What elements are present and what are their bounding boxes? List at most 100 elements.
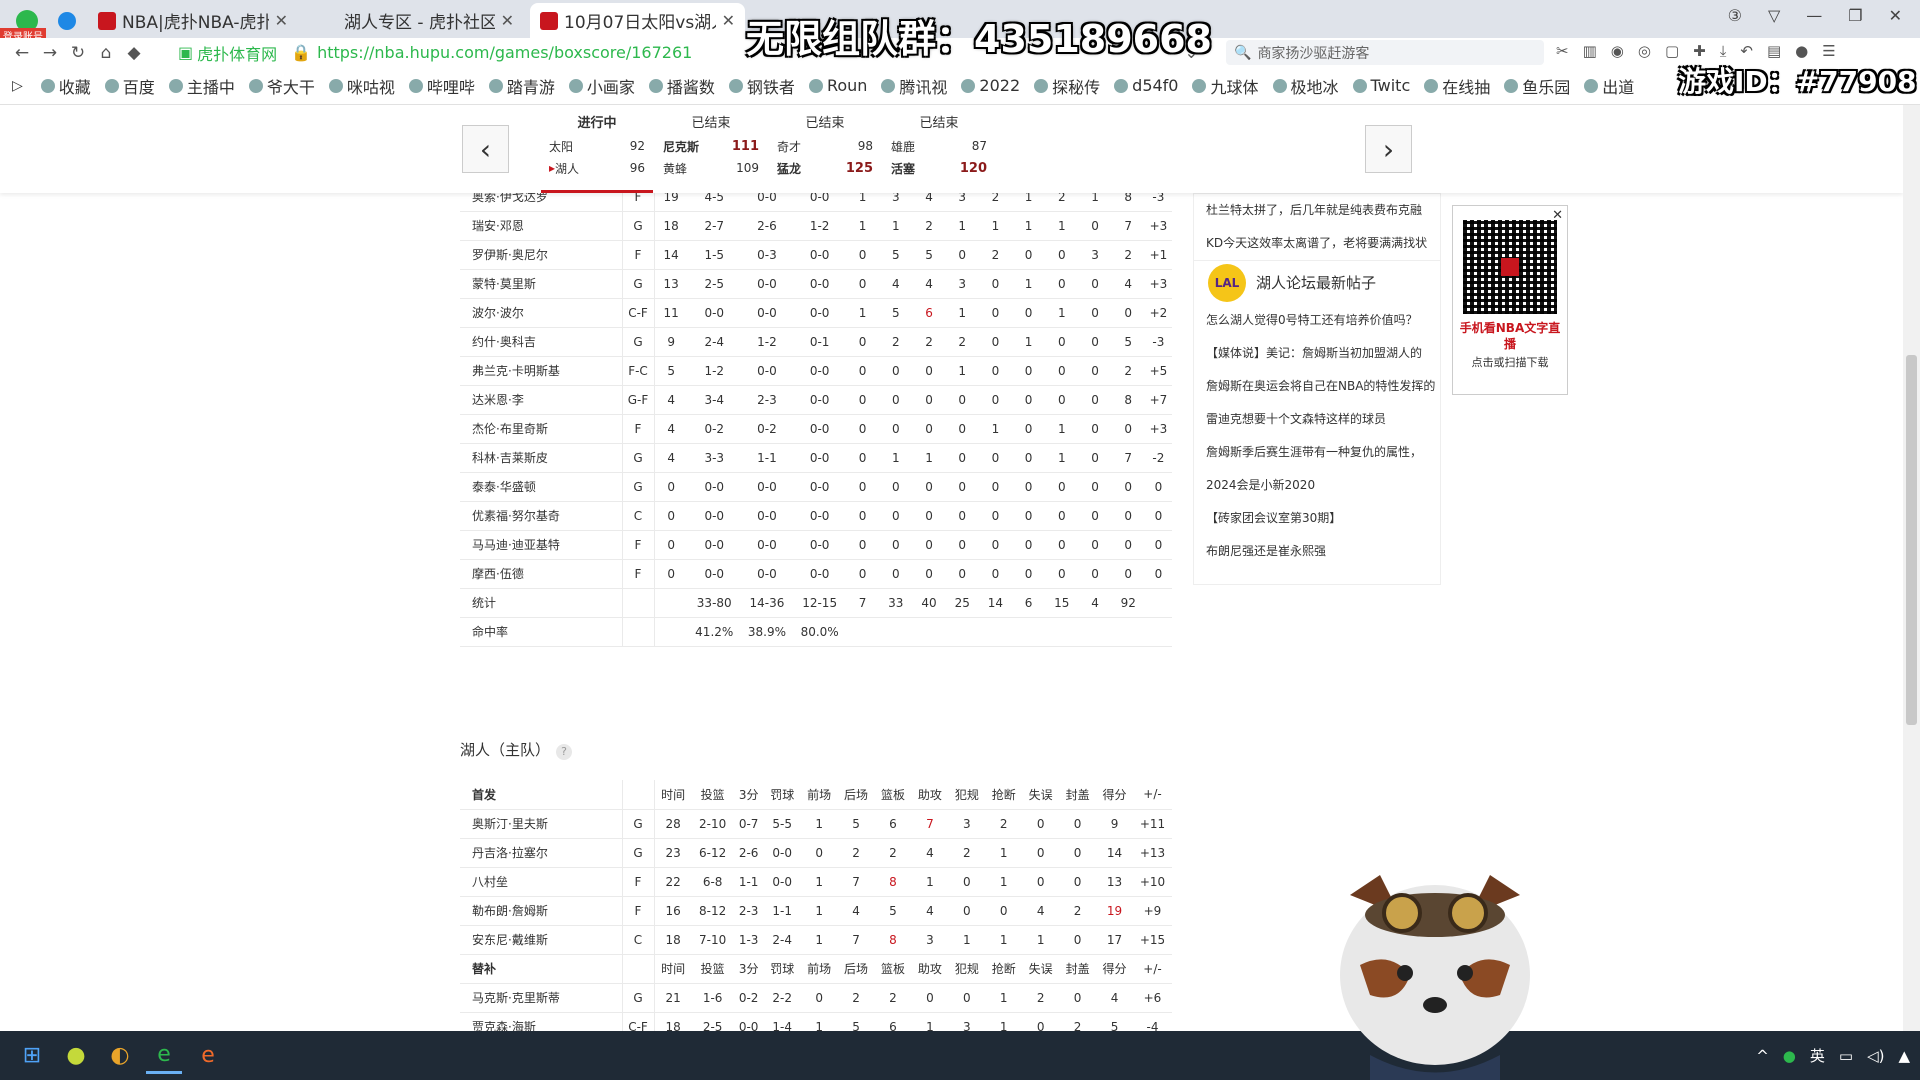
forum-post-link[interactable]: 布朗尼强还是崔永熙强 [1194, 535, 1440, 568]
minimize-icon[interactable]: — [1806, 6, 1822, 25]
game-card[interactable]: 已结束 尼克斯 111 黄蜂 109 [655, 113, 767, 193]
ext-screen-icon[interactable]: ▢ [1665, 42, 1679, 60]
download-icon[interactable]: ⤓ [1720, 42, 1727, 60]
forum-post-link[interactable]: 【媒体说】美记：詹姆斯当初加盟湖人的 [1194, 337, 1440, 370]
volume-icon[interactable]: ◁) [1867, 1047, 1884, 1065]
bookmark-item[interactable]: 2022 [961, 74, 1020, 98]
bookmark-item[interactable]: 播酱数 [648, 74, 715, 98]
player-name[interactable]: 杰伦·布里奇斯 [460, 414, 623, 444]
profile-icon[interactable]: ● [1795, 42, 1808, 60]
bookmark-item[interactable]: 踏青游 [488, 74, 555, 98]
tray-app-icon[interactable]: ● [1783, 1047, 1796, 1065]
app-bird-icon[interactable]: ◐ [102, 1038, 138, 1074]
windows-start-icon[interactable]: ⊞ [14, 1038, 50, 1074]
player-name[interactable]: 蒙特·莫里斯 [460, 269, 623, 299]
ext-red-icon[interactable]: ◎ [1638, 42, 1651, 60]
player-name[interactable]: 约什·奥科吉 [460, 327, 623, 357]
wallet-icon[interactable]: ▤ [1767, 42, 1781, 60]
bookmark-item[interactable]: Twitc [1352, 74, 1410, 98]
forum-post-link[interactable]: 雷迪克想要十个文森特这样的球员 [1194, 403, 1440, 436]
game-card[interactable]: 已结束 雄鹿 87 活塞 120 [883, 113, 995, 193]
tray-expand-icon[interactable]: ^ [1756, 1047, 1769, 1065]
bookmark-item[interactable]: 收藏 [40, 74, 91, 98]
player-name[interactable]: 丹吉洛·拉塞尔 [460, 838, 623, 868]
scrollbar-thumb[interactable] [1906, 355, 1917, 725]
player-name[interactable]: 罗伊斯·奥尼尔 [460, 240, 623, 270]
page-scrollbar[interactable] [1903, 105, 1920, 1031]
home-icon[interactable]: ⌂ [92, 39, 120, 67]
app-edge-icon[interactable]: e [190, 1038, 226, 1074]
sidebar-toggle-icon[interactable]: ▷ [12, 78, 23, 94]
menu-icon[interactable]: ☰ [1822, 42, 1835, 60]
player-name[interactable]: 安东尼·戴维斯 [460, 925, 623, 955]
back-icon[interactable]: ← [8, 39, 36, 67]
app-ball-icon[interactable]: ● [58, 1038, 94, 1074]
bookmark-item[interactable]: d54f0 [1114, 74, 1178, 98]
forward-icon[interactable]: → [36, 39, 64, 67]
player-name[interactable]: 贾克森·海斯 [460, 1012, 623, 1031]
notification-icon[interactable]: ▲ [1898, 1047, 1910, 1065]
player-name[interactable]: 勒布朗·詹姆斯 [460, 896, 623, 926]
forum-post-link[interactable]: 怎么湖人觉得0号特工还有培养价值吗？ [1194, 304, 1440, 337]
close-tab-icon[interactable]: ✕ [501, 11, 514, 30]
game-card[interactable]: 进行中 太阳 92 ▸ 湖人 96 [541, 113, 653, 193]
bookmark-item[interactable]: 小画家 [568, 74, 635, 98]
tab-count-icon[interactable]: ③ [1728, 6, 1742, 25]
player-name[interactable]: 马马迪·迪亚基特 [460, 530, 623, 560]
tab-boxscore[interactable]: 10月07日太阳vs湖人 ✕ [530, 3, 745, 38]
qr-ad[interactable]: ✕ 手机看NBA文字直播 点击或扫描下载 [1452, 205, 1568, 395]
player-name[interactable]: 科林·吉莱斯皮 [460, 443, 623, 473]
forum-post-link[interactable]: 詹姆斯在奥运会将自己在NBA的特性发挥的 [1194, 370, 1440, 403]
bookmark-item[interactable]: 在线抽 [1424, 74, 1490, 98]
player-name[interactable]: 泰泰·华盛顿 [460, 472, 623, 502]
player-name[interactable]: 奥斯汀·里夫斯 [460, 809, 623, 839]
news-item[interactable]: 杜兰特太拼了，后几年就是纯表费布克融 [1194, 194, 1440, 227]
help-icon[interactable]: ? [556, 744, 573, 760]
bookmark-item[interactable]: Roun [808, 74, 867, 98]
search-box[interactable]: 🔍 商家扬沙驱赶游客 [1226, 40, 1544, 65]
player-name[interactable]: 波尔·波尔 [460, 298, 623, 328]
maximize-icon[interactable]: ❐ [1848, 6, 1862, 25]
ai-icon[interactable]: ◆ [120, 39, 148, 67]
ime-indicator[interactable]: 英 [1810, 1045, 1825, 1066]
bookmark-item[interactable]: 九球体 [1192, 74, 1259, 98]
bookmark-item[interactable]: 哔哩哔 [408, 74, 475, 98]
close-tab-icon[interactable]: ✕ [275, 11, 288, 30]
bookmark-item[interactable]: 出道 [1584, 74, 1634, 98]
puzzle-icon[interactable]: ✚ [1693, 42, 1706, 60]
tab-lakers-forum[interactable]: 湖人专区 - 虎扑社区 ✕ [304, 3, 524, 38]
cut-icon[interactable]: ✂ [1556, 42, 1569, 60]
player-name[interactable]: 八村垒 [460, 867, 623, 897]
ext-purple-icon[interactable]: ▥ [1583, 42, 1597, 60]
player-name[interactable]: 摩西·伍德 [460, 559, 623, 589]
player-name[interactable]: 优素福·努尔基奇 [460, 501, 623, 531]
pin-icon[interactable]: ▽ [1768, 6, 1780, 25]
bookmark-item[interactable]: 探秘传 [1034, 74, 1100, 98]
forum-post-link[interactable]: 【砖家团会议室第30期】 [1194, 502, 1440, 535]
forum-post-link[interactable]: 詹姆斯季后赛生涯带有一种复仇的属性， [1194, 436, 1440, 469]
bookmark-item[interactable]: 腾讯视 [881, 74, 947, 98]
bookmark-item[interactable]: 主播中 [168, 74, 235, 98]
ext-game-icon[interactable]: ◉ [1611, 42, 1624, 60]
telegram-icon[interactable] [58, 11, 76, 30]
bookmark-item[interactable]: 百度 [104, 74, 155, 98]
bookmark-item[interactable]: 钢铁者 [728, 74, 795, 98]
prev-games-button[interactable]: ‹ [462, 125, 509, 173]
url-text[interactable]: https://nba.hupu.com/games/boxscore/1672… [317, 43, 692, 62]
news-item[interactable]: KD今天这效率太离谱了，老将要满满找状 [1194, 227, 1440, 260]
forum-title[interactable]: 湖人论坛最新帖子 [1256, 272, 1376, 293]
tab-nba[interactable]: NBA|虎扑NBA-虎扑网 ✕ [88, 3, 298, 38]
player-name[interactable]: 达米恩·李 [460, 385, 623, 415]
browser-taskbar-icon[interactable]: e [146, 1038, 182, 1074]
player-name[interactable]: 弗兰克·卡明斯基 [460, 356, 623, 386]
bookmark-item[interactable]: 咪咕视 [328, 74, 395, 98]
player-name[interactable]: 瑞安·邓恩 [460, 211, 623, 241]
player-name[interactable]: 马克斯·克里斯蒂 [460, 983, 623, 1013]
undo-icon[interactable]: ↶ [1740, 42, 1753, 60]
reload-icon[interactable]: ↻ [64, 39, 92, 67]
bookmark-item[interactable]: 极地冰 [1272, 74, 1339, 98]
game-card[interactable]: 已结束 奇才 98 猛龙 125 [769, 113, 881, 193]
close-tab-icon[interactable]: ✕ [722, 11, 735, 30]
bookmark-item[interactable]: 鱼乐园 [1504, 74, 1570, 98]
next-games-button[interactable]: › [1365, 125, 1412, 173]
